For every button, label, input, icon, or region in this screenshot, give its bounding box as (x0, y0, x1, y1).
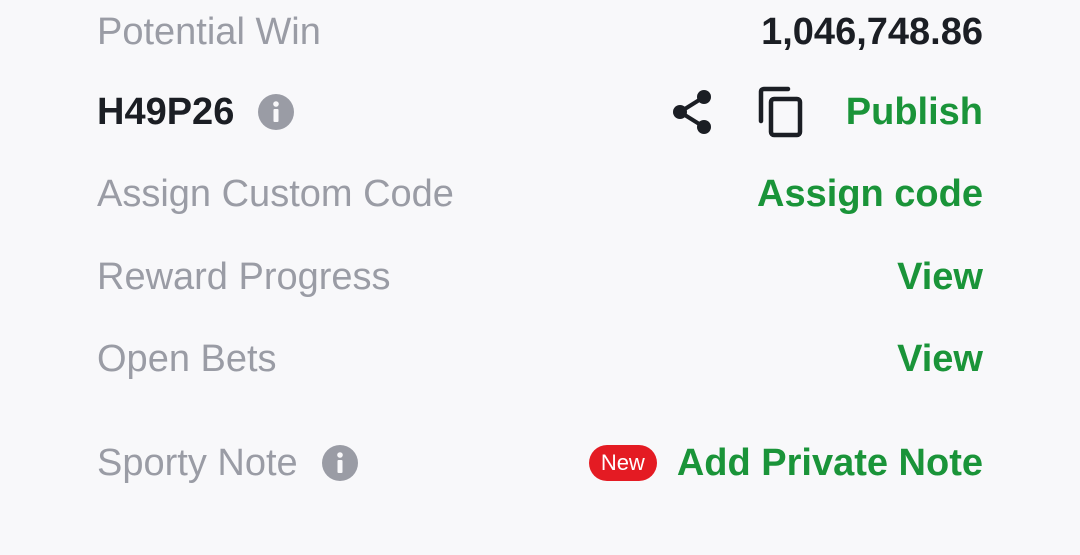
info-icon[interactable] (258, 94, 295, 130)
reward-progress-row: Reward Progress View (97, 247, 983, 307)
info-icon[interactable] (321, 445, 358, 481)
potential-win-value: 1,046,748.86 (761, 10, 983, 53)
new-badge: New (588, 445, 657, 481)
sporty-note-actions: New Add Private Note (588, 442, 983, 485)
booking-code-row: H49P26 Publish (97, 82, 983, 142)
reward-progress-view-button[interactable]: View (897, 256, 983, 299)
potential-win-label: Potential Win (97, 10, 321, 53)
assign-code-button[interactable]: Assign code (757, 173, 983, 216)
open-bets-view-button[interactable]: View (897, 338, 983, 381)
custom-code-row: Assign Custom Code Assign code (97, 164, 983, 224)
booking-code: H49P26 (97, 90, 235, 133)
open-bets-row: Open Bets View (97, 329, 983, 389)
copy-icon[interactable] (758, 86, 804, 138)
publish-button[interactable]: Publish (846, 91, 983, 134)
share-icon[interactable] (670, 88, 714, 136)
potential-win-row: Potential Win 1,046,748.86 (97, 2, 983, 62)
add-private-note-button[interactable]: Add Private Note (677, 442, 983, 485)
sporty-note-label: Sporty Note (97, 441, 298, 484)
reward-progress-label: Reward Progress (97, 255, 391, 298)
custom-code-label: Assign Custom Code (97, 172, 454, 215)
sporty-note-group: Sporty Note (97, 442, 358, 485)
sporty-note-row: Sporty Note New Add Private Note (97, 433, 983, 493)
booking-actions: Publish (670, 86, 983, 138)
booking-code-group: H49P26 (97, 90, 295, 134)
open-bets-label: Open Bets (97, 337, 277, 380)
